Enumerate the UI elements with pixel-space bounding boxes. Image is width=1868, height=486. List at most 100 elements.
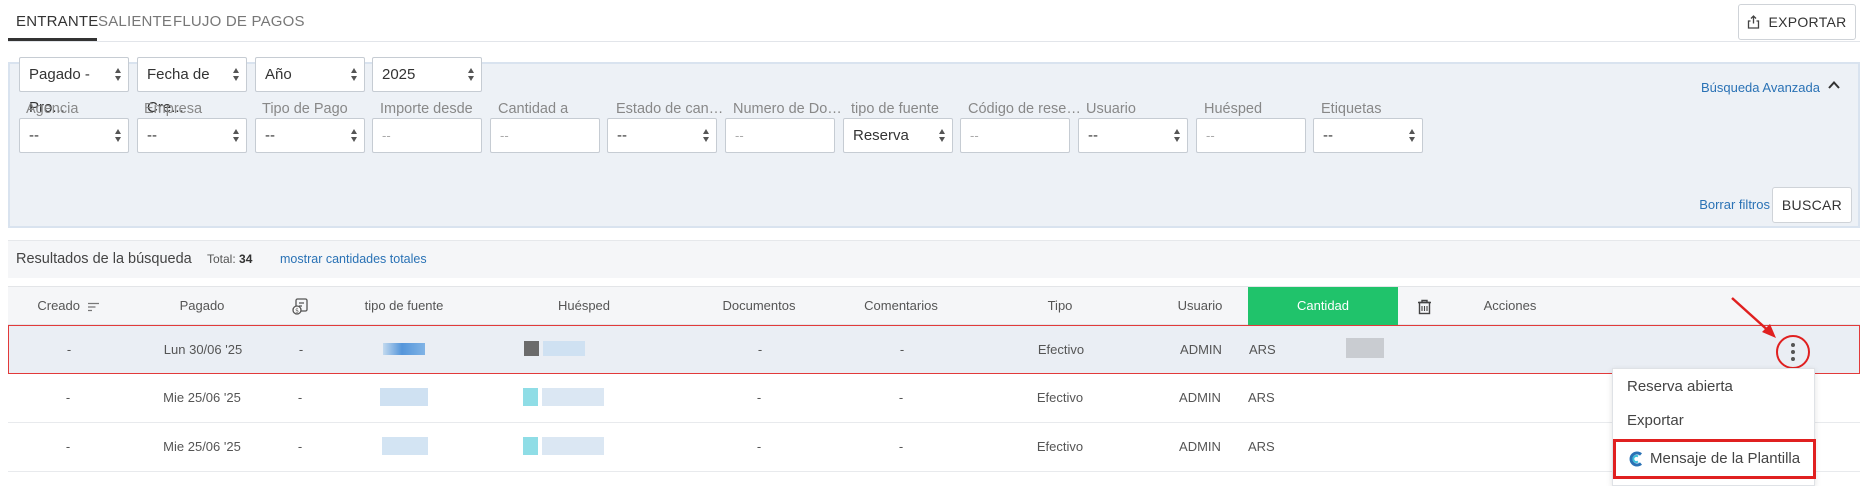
cell-doc-type: - xyxy=(297,439,303,454)
agency-select[interactable]: -- xyxy=(19,118,129,153)
year-select-value: 2025 xyxy=(382,66,416,83)
active-tab-indicator xyxy=(8,38,97,41)
col-guest[interactable]: Huésped xyxy=(484,287,684,326)
cell-documents: - xyxy=(756,439,762,454)
svg-text:$: $ xyxy=(295,307,299,314)
cell-comments: - xyxy=(898,439,904,454)
payment-type-select-value: -- xyxy=(265,127,275,144)
cell-paid: Mie 25/06 '25 xyxy=(163,439,241,454)
menu-item-open-reservation[interactable]: Reserva abierta xyxy=(1627,378,1733,395)
show-totals-link[interactable]: mostrar cantidades totales xyxy=(280,252,427,266)
company-label: Empresa xyxy=(144,101,203,117)
col-documents[interactable]: Documentos xyxy=(684,287,834,326)
cell-paid: Lun 30/06 '25 xyxy=(163,342,243,357)
cell-created: - xyxy=(65,439,71,454)
document-number-input[interactable]: -- xyxy=(725,118,835,153)
col-paid[interactable]: Pagado xyxy=(128,287,276,326)
redacted-source xyxy=(380,388,428,406)
col-trash[interactable] xyxy=(1398,287,1450,326)
col-comments[interactable]: Comentarios xyxy=(834,287,968,326)
period-select[interactable]: Año xyxy=(255,57,365,92)
year-select[interactable]: 2025 xyxy=(372,57,482,92)
cell-doc-type: - xyxy=(298,342,304,357)
amount-from-input[interactable]: -- xyxy=(372,118,482,153)
cell-comments: - xyxy=(898,390,904,405)
reservation-code-input[interactable]: -- xyxy=(960,118,1070,153)
document-number-placeholder: -- xyxy=(735,128,744,143)
period-select-value: Año xyxy=(265,66,292,83)
redacted-source xyxy=(382,437,428,455)
source-type-select[interactable]: Reserva xyxy=(843,118,953,153)
user-select[interactable]: -- xyxy=(1078,118,1188,153)
clear-filters-link[interactable]: Borrar filtros xyxy=(1699,197,1770,212)
amount-to-input[interactable]: -- xyxy=(490,118,600,153)
chevron-up-icon[interactable] xyxy=(1826,77,1842,93)
cell-documents: - xyxy=(756,390,762,405)
cell-user: ADMIN xyxy=(1180,342,1222,357)
user-select-value: -- xyxy=(1088,127,1098,144)
tab-flujo-de-pagos[interactable]: FLUJO DE PAGOS xyxy=(173,13,305,30)
export-button[interactable]: EXPORTAR xyxy=(1738,4,1856,40)
redacted-guest-name xyxy=(542,437,604,455)
col-document-type[interactable]: $ xyxy=(276,287,324,326)
cell-type: Efectivo xyxy=(1036,439,1084,454)
cell-created: - xyxy=(66,342,72,357)
date-field-select[interactable]: Fecha de Cre... xyxy=(137,57,247,116)
row-actions-button[interactable] xyxy=(1776,335,1810,369)
col-type[interactable]: Tipo xyxy=(968,287,1152,326)
menu-item-template-message[interactable]: Mensaje de la Plantilla xyxy=(1613,439,1816,479)
menu-item-export[interactable]: Exportar xyxy=(1627,412,1684,429)
payment-type-select[interactable]: -- xyxy=(255,118,365,153)
company-select-value: -- xyxy=(147,127,157,144)
cancel-status-select[interactable]: -- xyxy=(607,118,717,153)
cell-created: - xyxy=(65,390,71,405)
filter-panel: Pagado - Pro... Fecha de Cre... Año 2025… xyxy=(8,57,1860,228)
col-created[interactable]: Creado xyxy=(8,287,128,326)
results-total-value: 34 xyxy=(239,252,253,266)
tags-select[interactable]: -- xyxy=(1313,118,1423,153)
payment-type-label: Tipo de Pago xyxy=(262,101,348,117)
search-button[interactable]: BUSCAR xyxy=(1772,187,1852,223)
tab-saliente[interactable]: SALIENTE xyxy=(98,13,172,30)
reservation-code-placeholder: -- xyxy=(970,128,979,143)
reservation-code-label: Código de reserva... xyxy=(968,101,1082,117)
tags-select-value: -- xyxy=(1323,127,1333,144)
document-number-label: Numero de Docu... xyxy=(733,101,847,117)
annotation-arrow xyxy=(1731,297,1776,338)
redacted-guest-name xyxy=(542,388,604,406)
guest-label: Huésped xyxy=(1204,101,1263,117)
table-row[interactable]: - Mie 25/06 '25 - - - Efectivo ADMIN ARS xyxy=(8,374,1860,423)
company-select[interactable]: -- xyxy=(137,118,247,153)
cell-currency: ARS xyxy=(1249,342,1276,357)
sort-icon[interactable] xyxy=(87,302,99,312)
trash-icon[interactable] xyxy=(1417,299,1432,315)
cell-type: Efectivo xyxy=(1036,390,1084,405)
amount-to-label: Cantidad a xyxy=(498,101,569,117)
redacted-guest-avatar xyxy=(523,388,538,406)
cell-user: ADMIN xyxy=(1179,439,1221,454)
results-title: Resultados de la búsqueda xyxy=(16,251,192,267)
table-row[interactable]: - Mie 25/06 '25 - - - Efectivo ADMIN ARS xyxy=(8,423,1860,472)
cell-paid: Mie 25/06 '25 xyxy=(163,390,241,405)
redacted-guest-avatar xyxy=(523,437,538,455)
share-export-icon xyxy=(1748,15,1760,29)
col-user[interactable]: Usuario xyxy=(1152,287,1248,326)
amount-to-placeholder: -- xyxy=(500,128,509,143)
redacted-guest-avatar xyxy=(524,341,539,356)
menu-item-template-message-label: Mensaje de la Plantilla xyxy=(1650,450,1801,467)
col-amount[interactable]: Cantidad xyxy=(1248,287,1398,326)
results-total: Total: 34 xyxy=(207,252,252,266)
tab-entrante[interactable]: ENTRANTE xyxy=(16,13,98,30)
cell-doc-type: - xyxy=(297,390,303,405)
cell-documents: - xyxy=(757,342,763,357)
user-label: Usuario xyxy=(1086,101,1136,117)
status-select[interactable]: Pagado - Pro... xyxy=(19,57,129,116)
export-button-label: EXPORTAR xyxy=(1768,14,1847,30)
redacted-amount xyxy=(1346,338,1384,358)
guest-input[interactable]: -- xyxy=(1196,118,1306,153)
col-source-type[interactable]: tipo de fuente xyxy=(324,287,484,326)
agency-label: Agencia xyxy=(26,101,79,117)
cell-currency: ARS xyxy=(1248,439,1275,454)
advanced-search-link[interactable]: Búsqueda Avanzada xyxy=(1701,80,1820,95)
table-row[interactable]: - Lun 30/06 '25 - - - Efectivo ADMIN ARS xyxy=(8,325,1860,374)
